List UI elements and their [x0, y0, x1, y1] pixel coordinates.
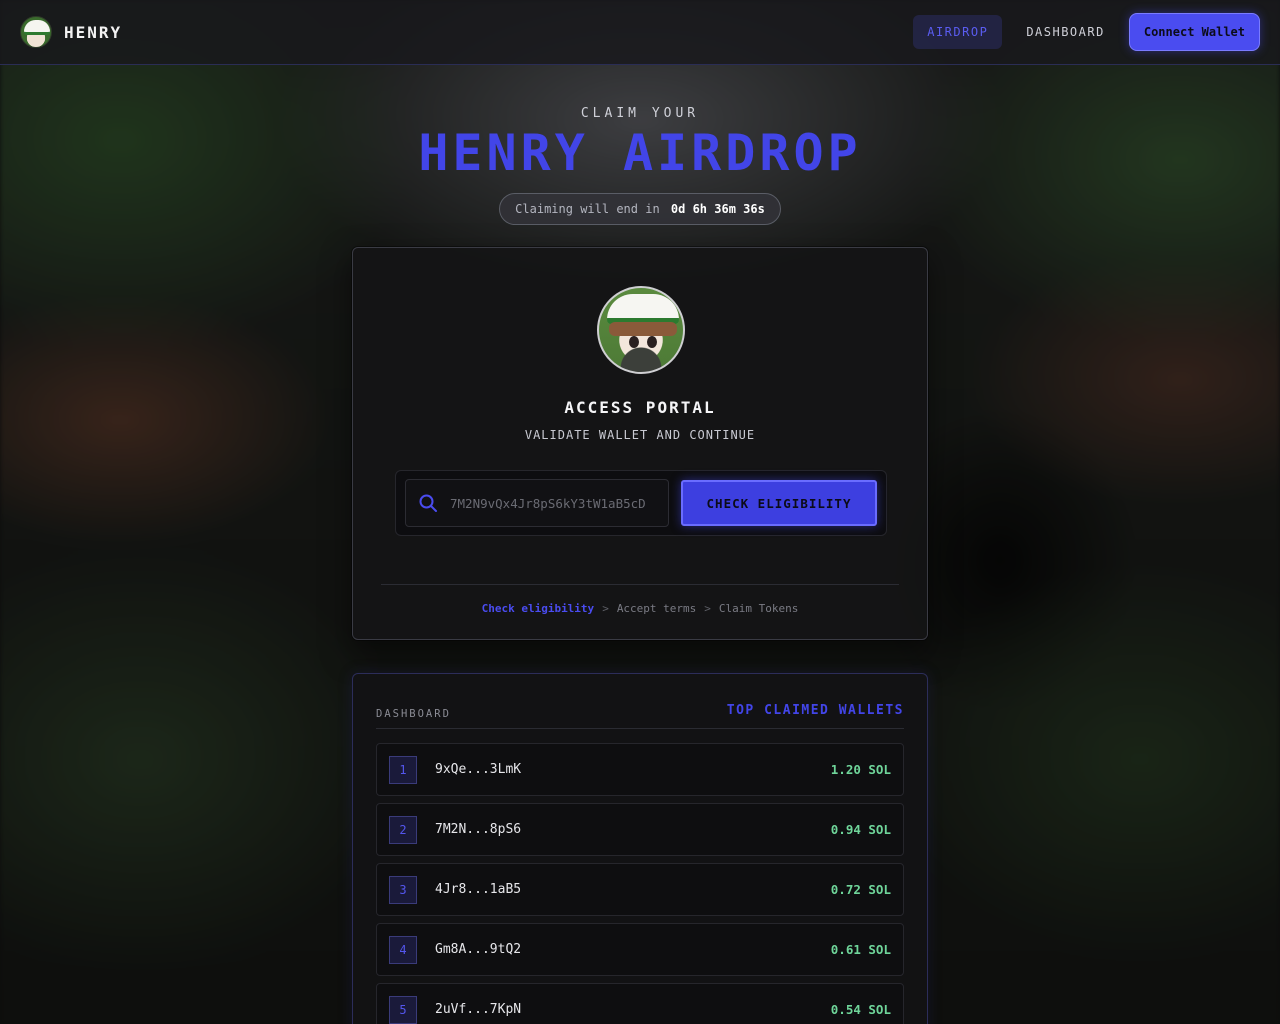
wallet-address: 9xQe...3LmK	[435, 762, 522, 777]
claimed-amount: 0.94 SOL	[830, 822, 891, 837]
access-portal-card: ACCESS PORTAL VALIDATE WALLET AND CONTIN…	[352, 247, 928, 640]
hero-subtitle: CLAIM YOUR	[580, 106, 700, 121]
countdown-value: 0d 6h 36m 36s	[670, 202, 765, 216]
portal-title: ACCESS PORTAL	[564, 398, 716, 417]
progress-steps: Check eligibility > Accept terms > Claim Tok…	[353, 602, 927, 615]
rank-badge: 4	[389, 935, 417, 964]
search-icon	[419, 494, 437, 512]
claimed-amount: 0.61 SOL	[830, 942, 891, 957]
list-item: 1 9xQe...3LmK 1.20 SOL	[376, 743, 904, 796]
wallet-address: 2uVf...7KpN	[435, 1002, 522, 1017]
rank-badge: 3	[389, 875, 417, 904]
check-eligibility-button[interactable]: CHECK ELIGIBILITY	[681, 480, 877, 526]
claimed-amount: 0.72 SOL	[830, 882, 891, 897]
top-nav-bar: HENRY AIRDROP DASHBOARD Connect Wallet	[0, 0, 1280, 65]
rank-badge: 5	[389, 995, 417, 1024]
wallet-address: Gm8A...9tQ2	[435, 942, 522, 957]
eligibility-form: CHECK ELIGIBILITY	[395, 470, 887, 536]
wallet-address: 7M2N...8pS6	[435, 822, 522, 837]
countdown-pill: Claiming will end in 0d 6h 36m 36s	[499, 193, 781, 225]
step-claim-tokens: Claim Tokens	[718, 602, 799, 615]
nav-dashboard[interactable]: DASHBOARD	[1012, 15, 1119, 49]
dashboard-card: DASHBOARD TOP CLAIMED WALLETS 1 9xQe...3…	[352, 673, 928, 1024]
main-nav: AIRDROP DASHBOARD Connect Wallet	[913, 13, 1260, 51]
countdown-prefix: Claiming will end in	[515, 202, 660, 216]
list-item: 5 2uVf...7KpN 0.54 SOL	[376, 983, 904, 1024]
divider	[381, 584, 899, 585]
portal-subtitle: VALIDATE WALLET AND CONTINUE	[524, 428, 756, 442]
connect-wallet-button[interactable]: Connect Wallet	[1128, 13, 1260, 51]
brand-name: HENRY	[64, 22, 123, 42]
rank-badge: 2	[389, 815, 417, 844]
step-check-eligibility: Check eligibility	[481, 602, 595, 615]
claimed-amount: 1.20 SOL	[830, 762, 891, 777]
henry-avatar-icon	[20, 16, 52, 48]
list-item: 2 7M2N...8pS6 0.94 SOL	[376, 803, 904, 856]
step-accept-terms: Accept terms	[616, 602, 697, 615]
henry-avatar-icon	[597, 286, 685, 374]
dashboard-label: DASHBOARD	[376, 708, 451, 720]
hero-section: CLAIM YOUR HENRY AIRDROP Claiming will e…	[0, 106, 1280, 225]
rank-badge: 1	[389, 755, 417, 784]
wallet-address: 4Jr8...1aB5	[435, 882, 522, 897]
hero-title: HENRY AIRDROP	[418, 124, 862, 182]
list-item: 3 4Jr8...1aB5 0.72 SOL	[376, 863, 904, 916]
step-separator: >	[704, 602, 711, 615]
brand[interactable]: HENRY	[20, 16, 122, 48]
dashboard-header: DASHBOARD TOP CLAIMED WALLETS	[376, 696, 904, 729]
wallet-address-input[interactable]	[450, 495, 654, 511]
nav-airdrop[interactable]: AIRDROP	[913, 15, 1003, 49]
dashboard-title: TOP CLAIMED WALLETS	[726, 702, 904, 718]
top-wallets-list: 1 9xQe...3LmK 1.20 SOL 2 7M2N...8pS6 0.9…	[376, 743, 904, 1024]
list-item: 4 Gm8A...9tQ2 0.61 SOL	[376, 923, 904, 976]
step-separator: >	[602, 602, 609, 615]
wallet-address-field[interactable]	[405, 479, 669, 527]
claimed-amount: 0.54 SOL	[830, 1002, 891, 1017]
